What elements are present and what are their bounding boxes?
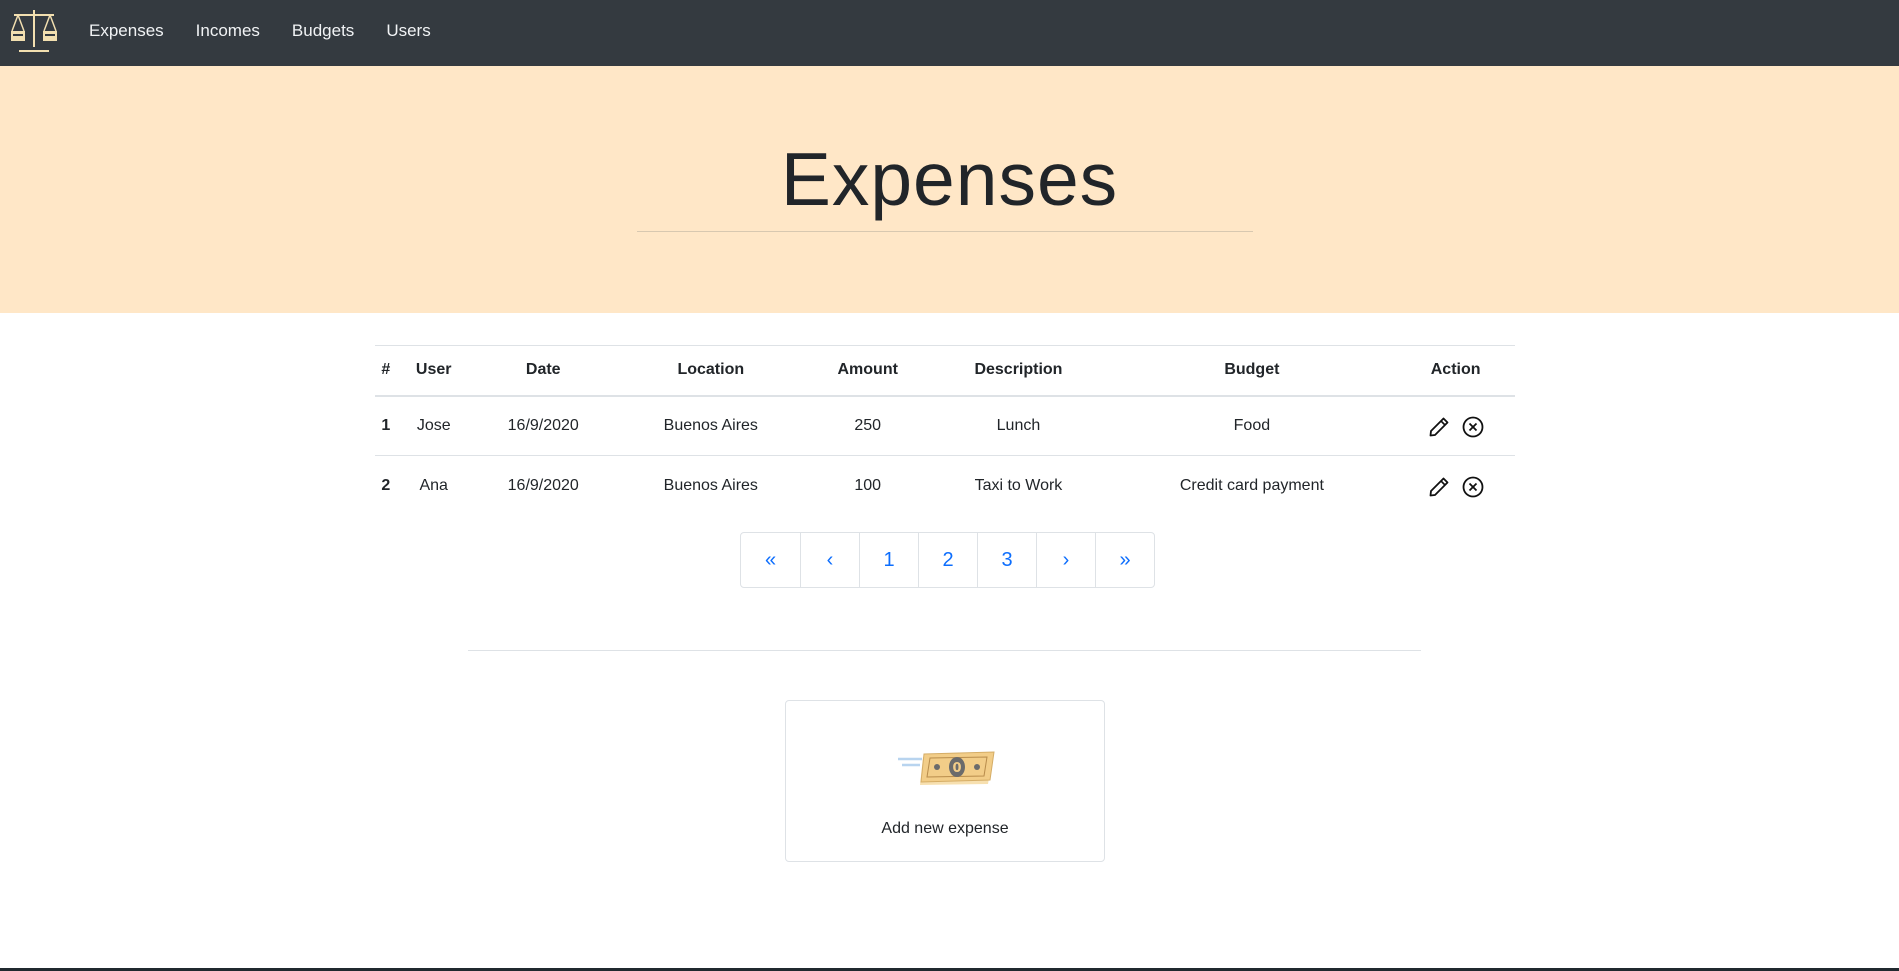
cell-user: Jose [396, 395, 471, 456]
cell-location: Buenos Aires [663, 476, 758, 494]
page-first-button[interactable]: « [741, 533, 800, 587]
header-user: User [396, 345, 471, 397]
table-header-row: # User Date Location Amount Description … [375, 345, 1515, 397]
pencil-icon[interactable] [1427, 475, 1451, 499]
header-description: Description [929, 345, 1108, 397]
cell-num: 2 [381, 476, 391, 494]
header-action: Action [1396, 345, 1515, 397]
expenses-table-container: # User Date Location Amount Description … [375, 345, 1515, 516]
table-row: 1 Jose 16/9/2020 Buenos Aires 250 Lunch … [375, 395, 1515, 456]
add-expense-label: Add new expense [881, 820, 1009, 837]
cell-location: Buenos Aires [615, 395, 806, 456]
hero-divider [637, 231, 1253, 232]
page-2-button[interactable]: 2 [918, 533, 977, 587]
nav-links: Expenses Incomes Budgets Users [89, 0, 463, 61]
circle-x-icon[interactable] [1461, 475, 1485, 499]
page-1-button[interactable]: 1 [859, 533, 918, 587]
add-expense-card[interactable]: 0 Add new expense [785, 700, 1105, 862]
cell-description: Lunch [929, 395, 1108, 456]
page-prev-button[interactable]: ‹ [800, 533, 859, 587]
pencil-icon[interactable] [1427, 415, 1451, 439]
navbar: Expenses Incomes Budgets Users [0, 0, 1899, 66]
expenses-table: # User Date Location Amount Description … [375, 345, 1515, 516]
nav-link-expenses[interactable]: Expenses [89, 21, 164, 41]
page-next-button[interactable]: › [1036, 533, 1095, 587]
header-amount: Amount [805, 345, 930, 397]
page-3-button[interactable]: 3 [977, 533, 1036, 587]
header-location: Location [615, 345, 806, 397]
svg-text:0: 0 [952, 761, 961, 776]
nav-link-users[interactable]: Users [386, 21, 430, 41]
money-bill-icon: 0 [898, 751, 995, 785]
balance-scale-icon[interactable] [9, 7, 59, 52]
page-title: Expenses [780, 137, 1119, 221]
table-row: 2 Ana 16/9/2020 Buenos Aires 100 Taxi to… [375, 456, 1515, 516]
header-date: Date [470, 345, 616, 397]
cell-budget: Food [1107, 395, 1397, 456]
cell-amount: 100 [854, 476, 882, 494]
cell-action [1396, 456, 1515, 516]
pagination: « ‹ 1 2 3 › » [740, 532, 1155, 588]
cell-num: 1 [375, 395, 397, 456]
cell-amount: 250 [805, 395, 930, 456]
cell-user: Ana [419, 476, 448, 494]
cell-action [1396, 395, 1515, 456]
hero-banner: Expenses [0, 66, 1899, 313]
nav-link-budgets[interactable]: Budgets [292, 21, 354, 41]
page-last-button[interactable]: » [1095, 533, 1154, 587]
circle-x-icon[interactable] [1461, 415, 1485, 439]
cell-description: Taxi to Work [974, 476, 1063, 494]
cell-date: 16/9/2020 [470, 395, 616, 456]
nav-link-incomes[interactable]: Incomes [196, 21, 260, 41]
section-divider [468, 650, 1421, 651]
header-num: # [375, 345, 397, 397]
cell-budget: Credit card payment [1179, 476, 1324, 494]
header-budget: Budget [1107, 345, 1397, 397]
cell-date: 16/9/2020 [507, 476, 579, 494]
